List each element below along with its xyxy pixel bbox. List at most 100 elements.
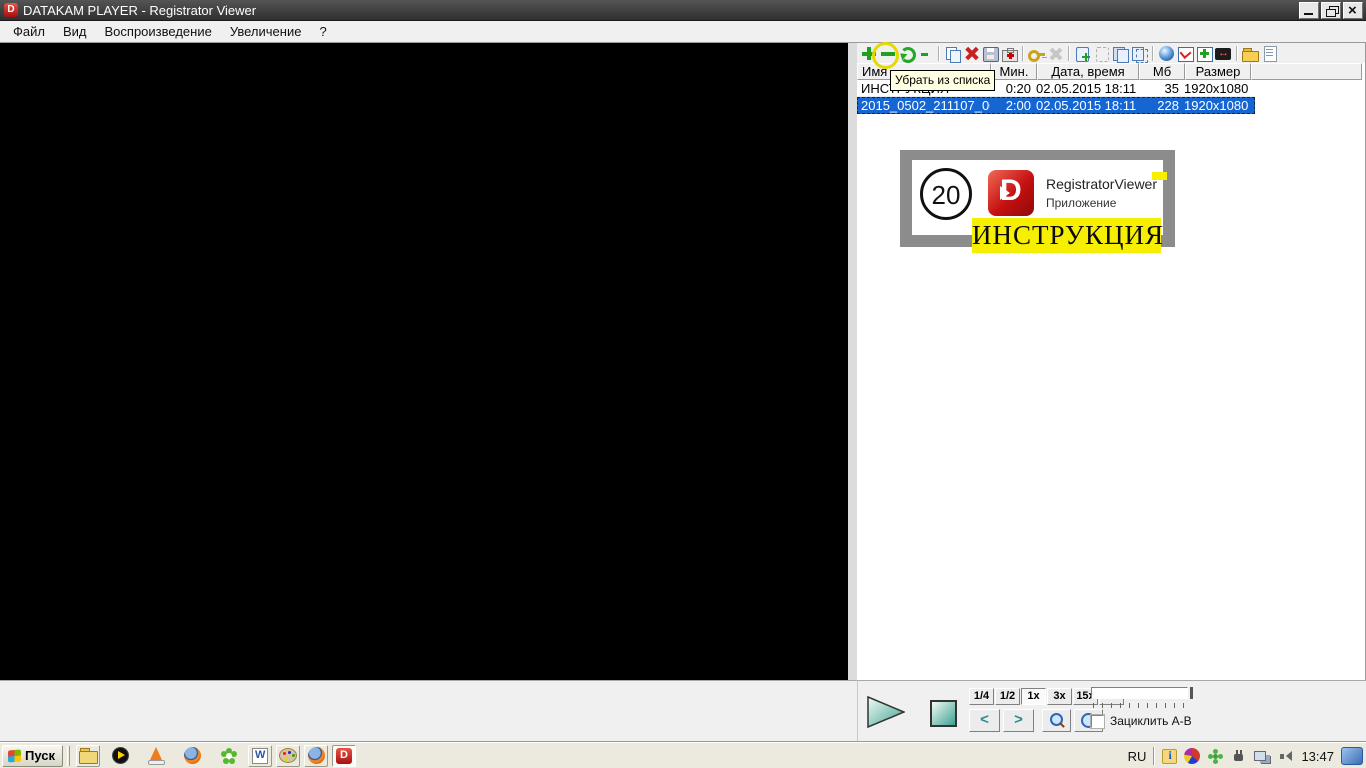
app-window: D DATAKAM PLAYER - Registrator Viewer Фа…: [0, 0, 1366, 768]
empty-clip-icon[interactable]: [1092, 45, 1111, 62]
new-clip-icon[interactable]: [1073, 45, 1092, 62]
map-route-icon[interactable]: [1176, 45, 1195, 62]
ab-range-icon[interactable]: [1214, 45, 1233, 62]
menu-item[interactable]: Вид: [54, 22, 96, 41]
firefox-icon: [183, 747, 201, 764]
taskbar-firefox-button[interactable]: [181, 745, 203, 767]
menu-bar: Файл Вид Воспроизведение Увеличение?: [0, 21, 1366, 43]
file-preview-image: 20 RegistratorViewer Приложение ИНСТРУКЦ…: [900, 150, 1175, 253]
speed-button[interactable]: 3x: [1047, 688, 1072, 705]
firefox-icon: [307, 747, 325, 764]
previous-frame-button[interactable]: <: [969, 709, 1000, 732]
icq-icon: [220, 747, 237, 764]
column-header[interactable]: Мин.: [991, 63, 1037, 80]
preview-app-type: Приложение: [1046, 196, 1117, 210]
playback-controls: 1/41/21x3x15x60x < > Зациклить A-B: [857, 680, 1366, 742]
report-icon[interactable]: [1260, 45, 1279, 62]
loop-ab-checkbox[interactable]: [1090, 713, 1105, 729]
start-label: Пуск: [25, 748, 55, 763]
power-plug-icon[interactable]: [1230, 748, 1246, 764]
clips-select-icon[interactable]: [1130, 45, 1149, 63]
open-folder-icon[interactable]: [1241, 45, 1260, 62]
taskbar-explorer-folder-button[interactable]: [76, 744, 100, 767]
taskbar-icq-button[interactable]: [217, 745, 239, 767]
disk-usage-icon[interactable]: [1184, 748, 1201, 764]
datakam-icon: [336, 747, 352, 764]
title-bar: D DATAKAM PLAYER - Registrator Viewer: [0, 0, 1366, 21]
tray-separator: [1153, 747, 1156, 765]
preview-badge: 20: [920, 168, 972, 220]
add-to-list-icon[interactable]: [859, 45, 878, 62]
file-cell: 0:20: [1005, 81, 1031, 96]
taskbar-vlc-button[interactable]: [145, 745, 167, 767]
file-cell: 2015_0502_211107_001: [861, 98, 990, 113]
file-cell: 228: [1157, 98, 1179, 113]
taskbar-media-player-button[interactable]: [109, 745, 131, 767]
toolbar-separator: [938, 45, 940, 61]
taskbar-clock: 13:47: [1301, 748, 1334, 764]
file-toolbar: [857, 43, 1365, 63]
first-aid-icon[interactable]: [1000, 45, 1019, 62]
restore-button[interactable]: [1321, 2, 1341, 19]
toolbar-separator: [1236, 45, 1238, 61]
show-desktop-button[interactable]: [1341, 747, 1363, 765]
clover-icon[interactable]: [1207, 748, 1223, 764]
file-panel: ИмяМин.Дата, времяМбРазмер ИНСТРУКЦИЯ0:2…: [857, 43, 1366, 680]
registrator-viewer-logo-icon: [988, 170, 1034, 216]
volume-slider[interactable]: [1091, 687, 1193, 699]
volume-slider-thumb[interactable]: [1190, 687, 1193, 699]
column-header-filler: [1251, 63, 1362, 80]
speed-button[interactable]: 1/4: [969, 688, 994, 705]
menu-item[interactable]: ?: [310, 22, 335, 41]
taskbar-firefox-button[interactable]: [304, 744, 328, 767]
taskbar-word-button[interactable]: [248, 744, 272, 767]
network-icon[interactable]: [1253, 748, 1271, 764]
key-icon[interactable]: [1027, 45, 1046, 62]
google-earth-icon[interactable]: [1157, 45, 1176, 62]
column-header[interactable]: Размер: [1185, 63, 1251, 80]
image-add-icon[interactable]: [1195, 45, 1214, 62]
timeline: − + 0:36 18:11:41 0:000:080:160:240:320:…: [0, 680, 857, 742]
file-row[interactable]: 2015_0502_211107_001 2:00 02.05.2015 18:11…: [857, 97, 1255, 114]
save-icon[interactable]: [981, 45, 1000, 62]
system-tray: RU 13:47: [1128, 743, 1366, 768]
panel-splitter[interactable]: [848, 43, 857, 680]
zoom-small-button[interactable]: [1042, 709, 1071, 732]
windows-flag-icon: [8, 749, 21, 762]
stop-button[interactable]: [930, 700, 957, 727]
menu-item[interactable]: Воспроизведение: [96, 22, 221, 41]
preview-app-name: RegistratorViewer: [1046, 176, 1158, 192]
file-cell: 1920x1080: [1184, 81, 1249, 96]
taskbar-paint-button[interactable]: [276, 744, 300, 767]
language-indicator[interactable]: RU: [1128, 749, 1147, 764]
toolbar-separator: [1152, 45, 1154, 61]
clips-icon[interactable]: [1111, 45, 1130, 63]
speed-button[interactable]: 1/2: [995, 688, 1020, 705]
menu-item[interactable]: Файл: [4, 22, 54, 41]
taskbar-grip: [67, 745, 70, 766]
media-player-icon: [111, 747, 129, 764]
app-logo-icon: D: [4, 3, 18, 17]
next-frame-button[interactable]: >: [1003, 709, 1034, 732]
delete-icon[interactable]: [962, 45, 981, 62]
column-header[interactable]: Дата, время: [1037, 63, 1139, 80]
info-icon[interactable]: [1162, 748, 1178, 764]
more-dash-icon[interactable]: [916, 45, 935, 62]
close-button[interactable]: [1343, 2, 1363, 19]
speed-button[interactable]: 1x: [1021, 688, 1046, 705]
volume-icon[interactable]: [1278, 748, 1294, 764]
file-cell: 2:00: [1005, 98, 1031, 113]
toolbar-separator: [1068, 45, 1070, 61]
minimize-button[interactable]: [1299, 2, 1319, 19]
column-header[interactable]: Мб: [1139, 63, 1185, 80]
file-cell: 02.05.2015 18:11: [1036, 98, 1137, 113]
play-button[interactable]: [867, 696, 905, 728]
taskbar-datakam-button[interactable]: [332, 744, 356, 767]
volume-slider-ticks: [1093, 703, 1189, 708]
cut-disabled-icon[interactable]: [1046, 45, 1065, 62]
paint-icon: [279, 748, 297, 763]
refresh-icon[interactable]: [897, 45, 916, 63]
start-button[interactable]: Пуск: [2, 744, 63, 767]
menu-item[interactable]: Увеличение: [221, 22, 311, 41]
copy-icon[interactable]: [943, 45, 962, 63]
